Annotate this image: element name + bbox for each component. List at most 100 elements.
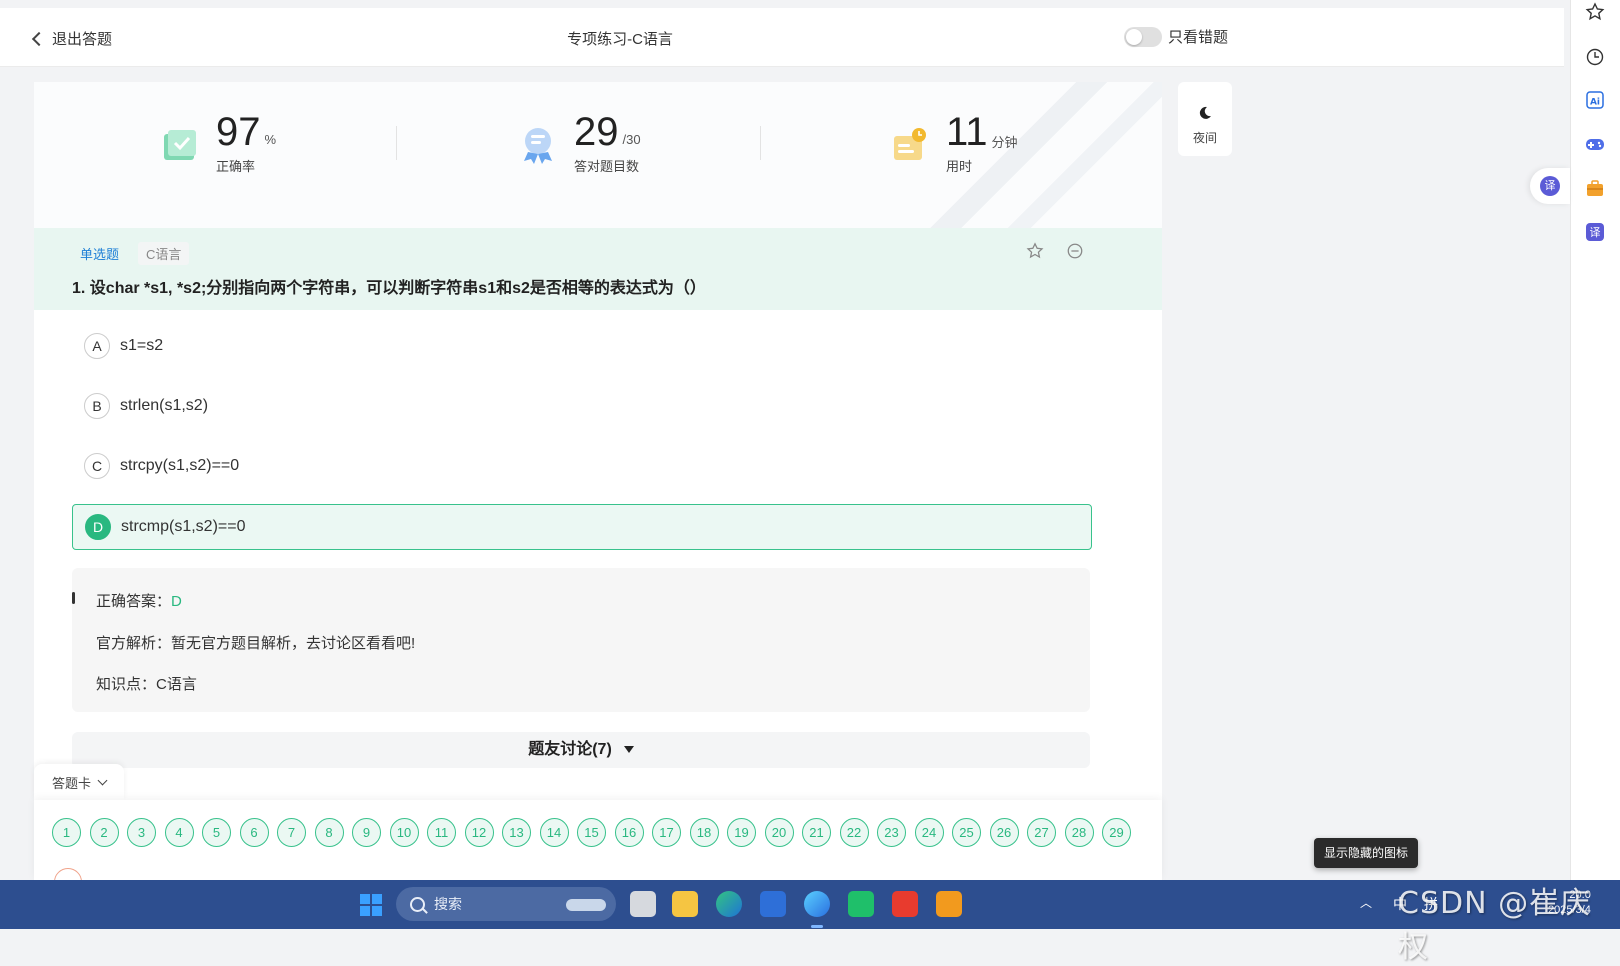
- option-c[interactable]: C strcpy(s1,s2)==0: [72, 444, 1090, 488]
- tray-tooltip: 显示隐藏的图标: [1314, 838, 1419, 868]
- question-number-button[interactable]: 25: [952, 818, 981, 847]
- answer-card-tab[interactable]: 答题卡: [34, 764, 124, 800]
- question-number-button[interactable]: 1: [52, 818, 81, 847]
- checkbook-icon: [164, 130, 196, 160]
- correct-count-value: 29: [574, 110, 619, 154]
- question-number-button[interactable]: 8: [314, 818, 344, 847]
- option-text: strlen(s1,s2): [120, 397, 209, 414]
- option-a[interactable]: A s1=s2: [72, 324, 1090, 368]
- option-text: strcpy(s1,s2)==0: [120, 457, 240, 474]
- correct-answer-label: 正确答案：: [96, 593, 172, 610]
- answer-card-label: 答题卡: [51, 775, 91, 791]
- toolbox-icon[interactable]: [1585, 178, 1605, 198]
- question-number-button[interactable]: 20: [764, 818, 794, 847]
- chat-app-icon[interactable]: [848, 891, 874, 917]
- star-icon[interactable]: [1026, 242, 1044, 260]
- question-number-button[interactable]: 9: [352, 818, 381, 847]
- option-b[interactable]: B strlen(s1,s2): [72, 384, 1090, 428]
- question-number-button[interactable]: 17: [652, 818, 681, 847]
- translate-icon[interactable]: 译: [1585, 222, 1605, 242]
- question-number-button[interactable]: 13: [502, 818, 531, 847]
- stat-accuracy: 97 % 正确率: [160, 110, 276, 175]
- question-number-button[interactable]: 3: [127, 818, 156, 847]
- question-number-button[interactable]: 4: [164, 818, 194, 847]
- option-letter: C: [84, 453, 110, 479]
- wrong-only-label: 只看错题: [1168, 29, 1229, 46]
- divider: [760, 126, 761, 160]
- stats-panel: 97 % 正确率 29 /30 答对题目数 11 分钟 用时: [34, 82, 1162, 228]
- question-number-list: 1 2 3 4 5 6 7 8 9 10 11 12 13 14 15 16 17 18 19 20 21 22 23 24 2…: [52, 818, 1131, 847]
- question-number-button[interactable]: 12: [464, 818, 494, 847]
- ai-icon[interactable]: Ai: [1585, 90, 1605, 110]
- stat-correct-count: 29 /30 答对题目数: [518, 110, 641, 175]
- tray-expand-icon[interactable]: ︿: [1360, 894, 1372, 911]
- option-d-correct[interactable]: D strcmp(s1,s2)==0: [72, 504, 1092, 550]
- analysis-panel: 正确答案：D 官方解析：暂无官方题目解析，去讨论区看看吧! 知识点：C语言: [72, 568, 1090, 712]
- correct-count-label: 答对题目数: [574, 159, 640, 174]
- remote-desktop-icon[interactable]: [936, 891, 962, 917]
- floating-translate-button[interactable]: 译: [1530, 168, 1570, 204]
- question-number-button[interactable]: 6: [239, 818, 269, 847]
- stat-time: 11 分钟 用时: [890, 110, 1018, 175]
- wps-icon[interactable]: [892, 891, 918, 917]
- time-value: 11: [946, 110, 988, 154]
- question-number-button[interactable]: 2: [89, 818, 119, 847]
- question-number-button[interactable]: 5: [202, 818, 231, 847]
- search-highlight-image: [566, 899, 606, 911]
- official-analysis-row: 官方解析：暂无官方题目解析，去讨论区看看吧!: [96, 632, 415, 653]
- question-number-button[interactable]: 19: [727, 818, 756, 847]
- edge-icon[interactable]: [716, 891, 742, 917]
- question-number-button[interactable]: 10: [389, 818, 419, 847]
- question-number-button[interactable]: 18: [689, 818, 719, 847]
- answer-card-panel: 1 2 3 4 5 6 7 8 9 10 11 12 13 14 15 16 17 18 19 20 21 22 23 24 2…: [34, 800, 1162, 896]
- question-number-button[interactable]: 21: [802, 818, 831, 847]
- taskbar-search[interactable]: 搜索: [396, 887, 616, 921]
- store-icon[interactable]: [760, 891, 786, 917]
- question-topic-tag: C语言: [138, 242, 190, 265]
- clock-book-icon: [894, 128, 926, 160]
- browser-sidebar: Ai 译: [1570, 0, 1620, 880]
- main-panel: 97 % 正确率 29 /30 答对题目数 11 分钟 用时 单选题 C语言 1…: [34, 82, 1162, 882]
- history-icon[interactable]: [1585, 47, 1605, 67]
- wrong-only-toggle[interactable]: [1124, 26, 1162, 47]
- knowledge-point-label: 知识点：: [96, 676, 157, 693]
- ai-browser-icon[interactable]: [804, 891, 830, 928]
- question-number-button[interactable]: 23: [877, 818, 906, 847]
- windows-start-icon[interactable]: [360, 894, 382, 916]
- accuracy-unit: %: [264, 132, 277, 147]
- night-mode-label: 夜间: [1192, 131, 1217, 145]
- question-number-button[interactable]: 14: [539, 818, 569, 847]
- task-view-icon[interactable]: [630, 891, 656, 917]
- accuracy-value: 97: [216, 110, 261, 154]
- night-mode-button[interactable]: 夜间: [1178, 82, 1232, 156]
- question-title: 1. 设char *s1, *s2;分别指向两个字符串，可以判断字符串s1和s2…: [72, 280, 706, 297]
- file-explorer-icon[interactable]: [672, 891, 698, 917]
- question-number-button[interactable]: 24: [914, 818, 944, 847]
- question-number-button[interactable]: 29: [1102, 818, 1131, 847]
- page-title: 专项练习-C语言: [567, 31, 673, 48]
- question-number-button[interactable]: 16: [614, 818, 644, 847]
- wrong-only-toggle-wrap: 只看错题: [1124, 26, 1228, 47]
- official-analysis-text: 暂无官方题目解析，去讨论区看看吧!: [171, 635, 416, 652]
- discussion-toggle[interactable]: 题友讨论(7): [72, 732, 1090, 768]
- section-marker: [72, 592, 75, 604]
- question-number-button[interactable]: 26: [989, 818, 1019, 847]
- search-icon: [410, 897, 425, 912]
- question-number-button[interactable]: 11: [427, 818, 456, 847]
- option-letter: D: [85, 514, 111, 540]
- discussion-label: 题友讨论(7): [528, 741, 612, 758]
- gamepad-icon[interactable]: [1585, 134, 1605, 154]
- minus-circle-icon[interactable]: [1066, 242, 1084, 260]
- accuracy-label: 正确率: [216, 159, 256, 174]
- taskbar: 搜索 ︿ 中 拼 20:0 2025/3/4: [0, 880, 1620, 929]
- bookmark-star-icon[interactable]: [1585, 2, 1605, 22]
- question-number-button[interactable]: 22: [839, 818, 869, 847]
- question-number-button[interactable]: 27: [1027, 818, 1056, 847]
- question-number-button[interactable]: 15: [577, 818, 606, 847]
- search-placeholder: 搜索: [434, 896, 462, 912]
- divider: [396, 126, 397, 160]
- option-letter: A: [84, 333, 110, 359]
- question-number-button[interactable]: 28: [1064, 818, 1094, 847]
- question-number-button[interactable]: 7: [277, 818, 306, 847]
- csdn-watermark: CSDN @崔庆权: [1398, 886, 1592, 965]
